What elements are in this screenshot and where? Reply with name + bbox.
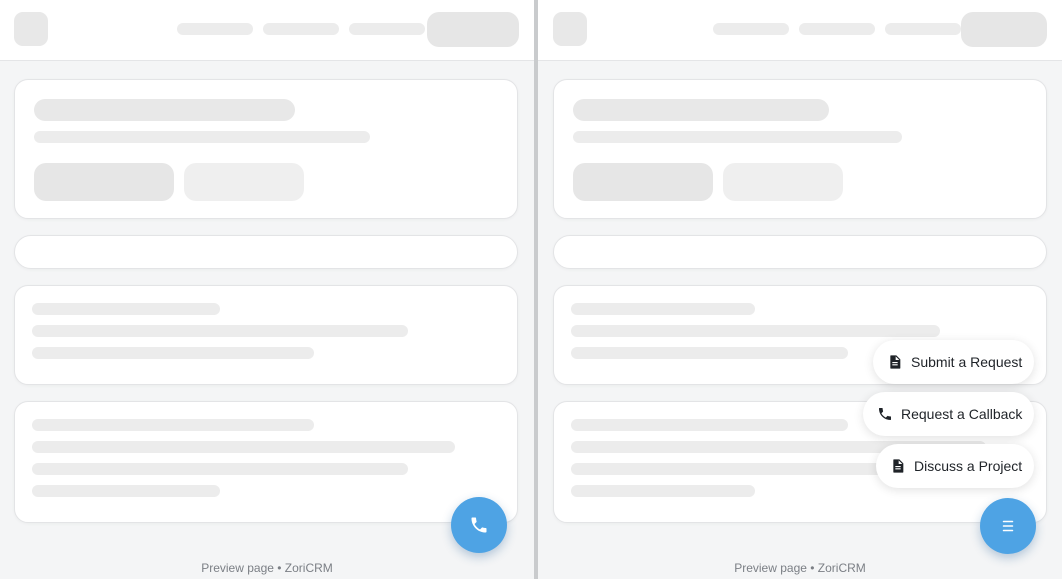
logo-placeholder	[14, 12, 48, 46]
nav-placeholder	[885, 23, 961, 35]
text-placeholder	[32, 419, 314, 431]
text-placeholder	[571, 347, 848, 359]
search-bar-placeholder	[553, 235, 1047, 269]
footer-text: Preview page • ZoriCRM	[201, 561, 333, 575]
text-placeholder	[571, 303, 755, 315]
action-label: Submit a Request	[911, 354, 1023, 370]
document-icon	[893, 459, 904, 473]
hero-card	[14, 79, 518, 219]
text-placeholder	[573, 131, 902, 143]
button-placeholder	[34, 163, 174, 201]
preview-pane-left: Preview page • ZoriCRM	[0, 0, 534, 579]
nav-button-placeholder	[427, 12, 519, 47]
nav-button-placeholder	[961, 12, 1047, 47]
nav-placeholder	[799, 23, 875, 35]
submit-request-button[interactable]: Submit a Request	[873, 340, 1035, 384]
nav-placeholder	[177, 23, 253, 35]
text-placeholder	[571, 485, 755, 497]
text-placeholder	[32, 463, 408, 475]
phone-icon	[471, 517, 487, 533]
action-label: Request a Callback	[901, 406, 1023, 422]
text-placeholder	[571, 419, 848, 431]
text-placeholder	[32, 347, 314, 359]
action-label: Discuss a Project	[914, 458, 1023, 474]
nav-placeholder	[349, 23, 425, 35]
title-placeholder	[573, 99, 829, 121]
hero-card	[553, 79, 1047, 219]
text-placeholder	[32, 303, 220, 315]
request-callback-button[interactable]: Request a Callback	[863, 392, 1035, 436]
text-placeholder	[571, 325, 940, 337]
footer-text: Preview page • ZoriCRM	[734, 561, 866, 575]
phone-icon	[879, 408, 891, 420]
content-card	[14, 401, 518, 523]
discuss-project-button[interactable]: Discuss a Project	[876, 444, 1035, 488]
nav-placeholder	[263, 23, 339, 35]
title-placeholder	[34, 99, 295, 121]
contact-fab-button[interactable]	[451, 497, 507, 553]
text-placeholder	[34, 131, 370, 143]
document-icon	[890, 355, 901, 369]
text-placeholder	[32, 325, 408, 337]
top-bar	[538, 0, 1062, 61]
button-placeholder	[723, 163, 843, 201]
top-bar	[0, 0, 534, 61]
text-placeholder	[32, 485, 220, 497]
logo-placeholder	[553, 12, 587, 46]
search-bar-placeholder	[14, 235, 518, 269]
menu-icon	[1002, 520, 1014, 532]
button-placeholder	[573, 163, 713, 201]
text-placeholder	[32, 441, 455, 453]
button-placeholder	[184, 163, 304, 201]
content-card	[14, 285, 518, 385]
preview-pane-right: Submit a Request Request a Callback Disc…	[538, 0, 1062, 579]
nav-placeholder	[713, 23, 789, 35]
menu-fab-button[interactable]	[980, 498, 1036, 554]
